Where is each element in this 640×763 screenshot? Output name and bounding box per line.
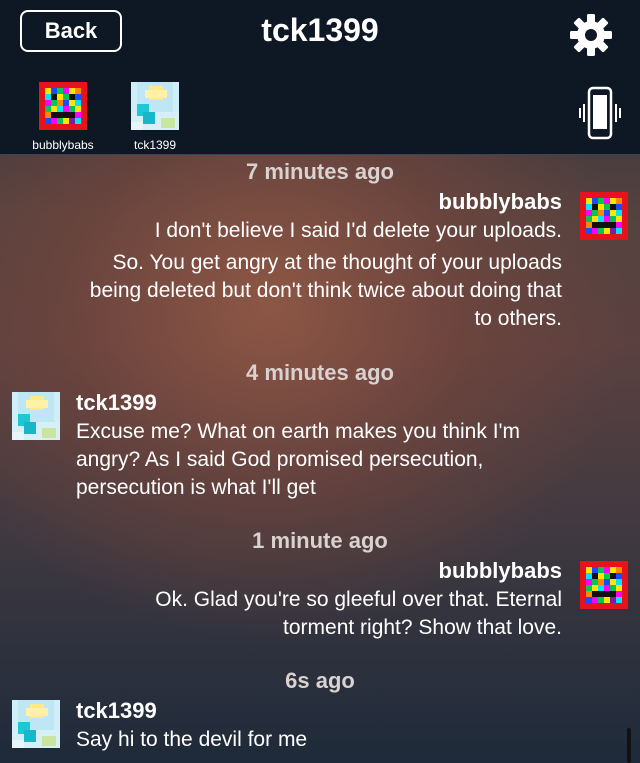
timestamp: 6s ago — [285, 668, 355, 693]
gear-icon[interactable] — [568, 12, 614, 58]
message-line: So. You get angry at the thought of your… — [112, 251, 562, 274]
message-line: angry? As I said God promised persecutio… — [76, 448, 484, 471]
pixel-face-avatar[interactable] — [580, 192, 628, 240]
timestamp: 1 minute ago — [252, 528, 388, 553]
participant-tck1399[interactable]: tck1399 — [117, 82, 193, 152]
participant-name: bubblybabs — [32, 138, 94, 152]
top-bar: Back tck1399 bubblybabs tck1399 — [0, 0, 640, 155]
pixel-sun-avatar[interactable] — [12, 392, 60, 440]
phone-vibrate-icon[interactable] — [576, 86, 624, 142]
back-button[interactable]: Back — [20, 10, 122, 52]
timestamp: 4 minutes ago — [246, 360, 394, 385]
message-tck1399: tck1399 Excuse me? What on earth makes y… — [76, 388, 520, 502]
message-line: Ok. Glad you're so gleeful over that. Et… — [155, 588, 562, 611]
message-bubblybabs: bubblybabs Ok. Glad you're so gleeful ov… — [155, 556, 562, 642]
message-line: to others. — [474, 307, 562, 330]
message-line: being deleted but don't think twice abou… — [89, 279, 562, 302]
pixel-sun-avatar — [131, 82, 179, 130]
message-line: Excuse me? What on earth makes you think… — [76, 420, 521, 443]
participant-name: tck1399 — [133, 138, 177, 152]
message-line: Say hi to the devil for me — [76, 728, 308, 751]
pixel-sun-avatar[interactable] — [12, 700, 60, 748]
timestamp: 7 minutes ago — [246, 159, 394, 184]
message-sender: bubblybabs — [438, 189, 562, 214]
page-title: tck1399 — [261, 12, 379, 48]
participant-bubblybabs[interactable]: bubblybabs — [25, 82, 101, 152]
scrollbar[interactable] — [627, 728, 631, 763]
message-tck1399: tck1399 Say hi to the devil for me — [76, 696, 307, 754]
message-bubblybabs: bubblybabs I don't believe I said I'd de… — [90, 187, 562, 333]
message-sender: bubblybabs — [438, 558, 562, 583]
message-line: I don't believe I said I'd delete your u… — [154, 219, 562, 242]
pixel-face-avatar — [39, 82, 87, 130]
message-line: persecution is what I'll get — [76, 476, 316, 499]
message-sender: tck1399 — [76, 698, 157, 723]
message-line: torment right? Show that love. — [283, 616, 562, 639]
message-sender: tck1399 — [76, 390, 157, 415]
pixel-face-avatar[interactable] — [580, 561, 628, 609]
